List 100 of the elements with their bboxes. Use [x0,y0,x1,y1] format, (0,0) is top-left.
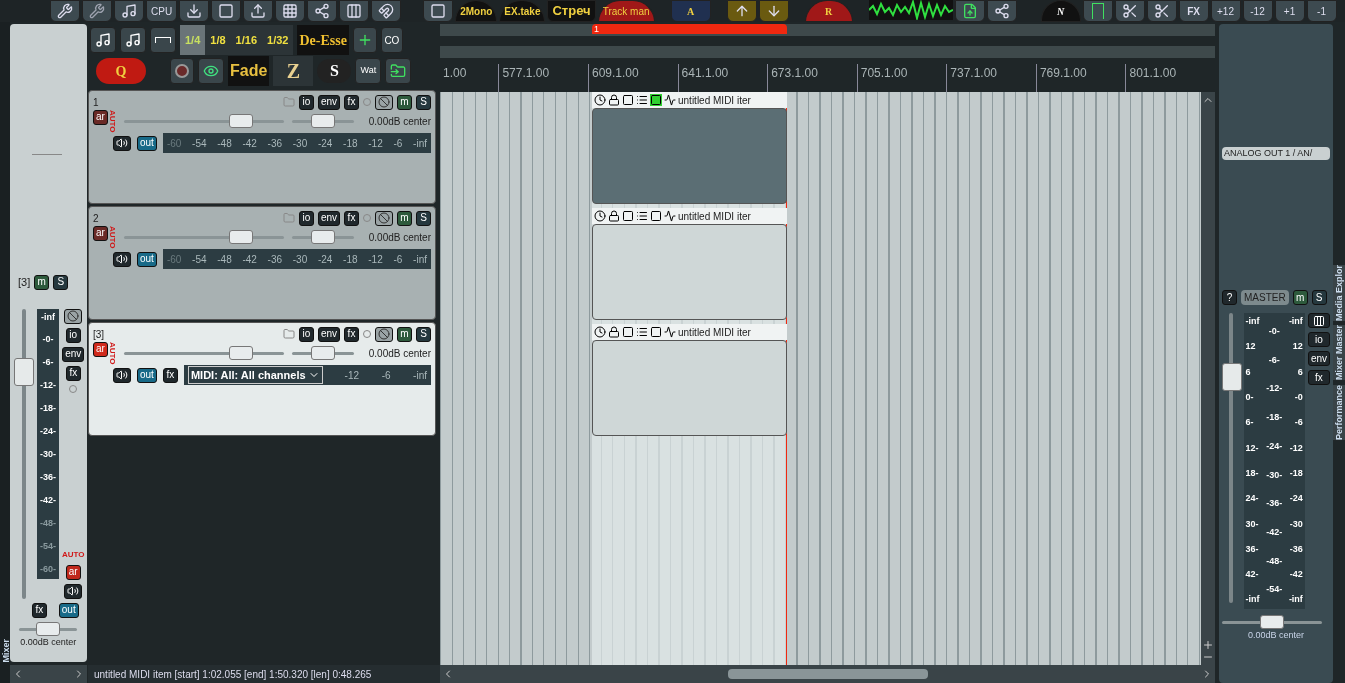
input-dropdown[interactable]: MIDI: All: All channels [187,365,323,385]
slider-thumb[interactable] [1260,615,1284,629]
horizontal-scrollbar[interactable] [440,665,1215,683]
marker-lane[interactable]: 1 [440,24,1215,36]
midi-item[interactable]: untitled MIDI iter [592,92,787,208]
horizontal-scrollbar[interactable] [10,665,87,683]
cut-button[interactable] [1146,0,1177,22]
fx-button[interactable]: fx [162,367,178,383]
mute-button[interactable]: m [397,210,412,226]
s-button[interactable]: S [317,59,352,83]
volume-slider[interactable] [124,114,284,128]
move-up-button[interactable] [726,0,757,22]
dotted-note-button[interactable] [120,27,146,53]
side-tab[interactable]: Mixer Master [1333,325,1345,381]
script-button[interactable]: Стреч [547,0,596,22]
track-button[interactable]: fx [344,210,359,226]
fader-thumb[interactable] [1222,362,1242,391]
slider-thumb[interactable] [36,621,61,636]
strip-button[interactable]: io [1307,332,1330,347]
arm-button[interactable]: ar [93,109,108,125]
arm-button[interactable]: ar [65,564,81,580]
fader-thumb[interactable] [14,358,34,387]
speaker-button[interactable] [113,135,131,151]
slider-thumb[interactable] [228,346,253,360]
solo-button[interactable]: S [416,210,431,226]
output-button[interactable]: out [137,251,157,267]
add-marker-button[interactable] [352,27,377,53]
pan-slider[interactable] [19,621,78,636]
envelope-button[interactable] [198,58,224,84]
transpose-button[interactable]: -12 [1242,0,1273,22]
output-button[interactable]: out [137,135,157,151]
slider-thumb[interactable] [311,114,335,128]
wrench-button[interactable] [50,0,80,22]
bracket-button[interactable] [1082,0,1113,22]
speaker-button[interactable] [113,251,131,267]
render-button[interactable] [211,0,242,22]
co-button[interactable]: CO [380,27,403,53]
window-button[interactable] [423,0,454,22]
track-button[interactable]: env [317,94,340,110]
strip-button[interactable]: fx [65,365,81,381]
columns-button[interactable] [339,0,370,22]
track-button[interactable]: env [317,210,340,226]
move-down-button[interactable] [758,0,789,22]
transpose-button[interactable]: +12 [1210,0,1241,22]
transpose-button[interactable]: +1 [1274,0,1305,22]
z-button[interactable]: Z [273,56,314,86]
grid-tab[interactable]: 1/32 [262,25,294,55]
script-button[interactable]: Track man [597,0,655,22]
side-tab[interactable]: Media Explor [1333,265,1345,322]
pan-slider[interactable] [292,346,354,360]
route-button[interactable] [1307,313,1330,328]
routing-button[interactable] [307,0,338,22]
track-panel[interactable]: 1 io env fx m S ar AUTO 0.00dB center out -60 -54 -48 -42 -36 -30 -24 -18 -12 -6 -inf [88,90,436,204]
wat-button[interactable]: Wat [355,58,382,84]
track-button[interactable]: io [298,210,314,226]
mute-button[interactable]: m [397,326,412,342]
pan-slider[interactable] [292,230,354,244]
midi-item[interactable]: untitled MIDI iter [592,208,787,324]
arm-button[interactable]: ar [93,225,108,241]
help-button[interactable]: ? [1222,290,1237,305]
fade-button[interactable]: Fade [228,56,270,86]
record-button[interactable] [170,58,194,84]
track-button[interactable]: io [298,94,314,110]
track-panel[interactable]: 2 io env fx m S ar AUTO 0.00dB center out -60 -54 -48 -42 -36 -30 -24 -18 -12 -6 -inf [88,206,436,320]
midi-item[interactable]: untitled MIDI iter [592,324,787,440]
slider-thumb[interactable] [311,230,335,244]
track-button[interactable]: env [317,326,340,342]
output-label[interactable]: ANALOG OUT 1 / AN/ [1222,146,1330,160]
grid-tab[interactable]: 1/16 [230,25,262,55]
strip-button[interactable]: io [65,327,81,343]
triplet-button[interactable] [150,27,176,53]
slider-thumb[interactable] [228,114,253,128]
phase-button[interactable] [64,308,83,324]
volume-fader[interactable] [1222,313,1241,603]
phase-button[interactable] [375,210,393,226]
wrench-button[interactable] [82,0,112,22]
speaker-button[interactable] [113,367,131,383]
magnet-button[interactable] [371,0,402,22]
solo-button[interactable]: S [53,274,69,290]
track-button[interactable]: fx [344,94,359,110]
track-button[interactable]: fx [344,326,359,342]
strip-button[interactable]: env [1307,351,1330,366]
strip-button[interactable]: env [62,346,85,362]
script-button[interactable]: EX.take [499,0,546,22]
track-button[interactable]: io [298,326,314,342]
grid-button[interactable] [275,0,306,22]
letter-button[interactable]: A [670,0,711,22]
solo-button[interactable]: S [416,326,431,342]
track-panel[interactable]: [3] io env fx m S ar AUTO 0.00dB center out fx MIDI: All: All channels -12 -6 -inf [88,322,436,436]
mixer-tab[interactable]: Mixer [0,639,14,663]
zoom-in-icon[interactable] [1202,639,1214,651]
pan-slider[interactable] [292,114,354,128]
volume-slider[interactable] [124,346,284,360]
side-tab[interactable]: Performance [1333,384,1345,440]
region-bar[interactable]: 1 [592,24,787,34]
slider-thumb[interactable] [228,230,253,244]
transpose-button[interactable]: -1 [1306,0,1337,22]
upload-button[interactable] [243,0,274,22]
mute-button[interactable]: m [34,274,50,290]
phase-button[interactable] [375,94,393,110]
